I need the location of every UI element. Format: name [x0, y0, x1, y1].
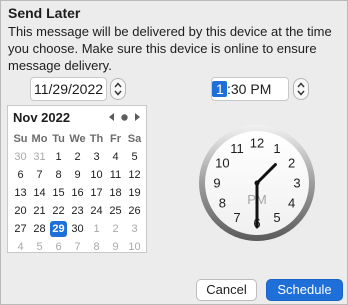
chevron-up-down-icon — [297, 82, 305, 96]
calendar-day[interactable]: 6 — [11, 166, 30, 184]
clock-number: 2 — [288, 156, 295, 171]
calendar-grid: Su Mo Tu We Th Fr Sa 30 31 1 2 3 4 5 6 7 8 9 10 11 12 13 14 15 1… — [11, 130, 147, 256]
clock-center — [254, 180, 260, 186]
clock-number: 8 — [219, 196, 226, 211]
triangle-right-icon[interactable] — [134, 113, 140, 121]
calendar-day[interactable]: 18 — [106, 184, 125, 202]
calendar-day[interactable]: 10 — [125, 238, 144, 256]
clock-number: 7 — [233, 210, 240, 225]
clock-number: 9 — [213, 176, 220, 191]
calendar-day[interactable]: 22 — [49, 202, 68, 220]
calendar-day[interactable]: 13 — [11, 184, 30, 202]
calendar-day[interactable]: 1 — [87, 220, 106, 238]
calendar-month-label: Nov 2022 — [13, 110, 71, 125]
calendar-day[interactable]: 1 — [49, 148, 68, 166]
date-stepper[interactable] — [110, 78, 126, 100]
calendar-day[interactable]: 3 — [125, 220, 144, 238]
cancel-button[interactable]: Cancel — [196, 279, 257, 301]
calendar-day[interactable]: 30 — [68, 220, 87, 238]
calendar-day[interactable]: 24 — [87, 202, 106, 220]
calendar-day[interactable]: 10 — [87, 166, 106, 184]
weekday-header: Th — [89, 133, 104, 145]
calendar-day[interactable]: 4 — [106, 148, 125, 166]
triangle-left-icon[interactable] — [109, 113, 115, 121]
calendar-day[interactable]: 19 — [125, 184, 144, 202]
chevron-up-down-icon — [114, 82, 122, 96]
calendar-day[interactable]: 2 — [106, 220, 125, 238]
calendar-day[interactable]: 6 — [49, 238, 68, 256]
analog-clock[interactable]: 121234567891011 PM — [195, 123, 319, 243]
weekday-header: Tu — [52, 133, 65, 145]
calendar-day[interactable]: 9 — [106, 238, 125, 256]
weekday-header: We — [69, 133, 86, 145]
time-stepper[interactable] — [293, 78, 309, 100]
time-hour-value[interactable]: 1 — [216, 78, 224, 100]
clock-number: 10 — [215, 156, 229, 171]
calendar-day[interactable]: 30 — [11, 148, 30, 166]
calendar-day[interactable]: 4 — [11, 238, 30, 256]
calendar-day[interactable]: 16 — [68, 184, 87, 202]
calendar-nav — [109, 113, 140, 121]
calendar-day[interactable]: 27 — [11, 220, 30, 238]
calendar-day[interactable]: 17 — [87, 184, 106, 202]
calendar-day[interactable]: 23 — [68, 202, 87, 220]
clock-number: 3 — [293, 176, 300, 191]
weekday-header: Sa — [127, 133, 142, 145]
calendar-day[interactable]: 25 — [106, 202, 125, 220]
calendar-day[interactable]: 12 — [125, 166, 144, 184]
dialog-description: This message will be delivered by this d… — [8, 24, 332, 73]
dot-icon[interactable] — [121, 113, 128, 121]
calendar-day[interactable]: 7 — [30, 166, 49, 184]
time-minute-period-value[interactable]: :30 PM — [227, 78, 271, 100]
weekday-header: Su — [13, 133, 28, 145]
send-later-dialog: Send Later This message will be delivere… — [0, 0, 348, 305]
calendar-day[interactable]: 21 — [30, 202, 49, 220]
calendar-day[interactable]: 26 — [125, 202, 144, 220]
calendar-day[interactable]: 15 — [49, 184, 68, 202]
clock-number: 4 — [288, 196, 295, 211]
weekday-header: Fr — [110, 133, 121, 145]
clock-number: 12 — [250, 136, 264, 151]
date-field[interactable]: 11/29/2022 — [30, 77, 107, 101]
calendar-day[interactable]: 20 — [11, 202, 30, 220]
clock-number: 5 — [273, 210, 280, 225]
calendar-day[interactable]: 8 — [87, 238, 106, 256]
calendar-day[interactable]: 11 — [106, 166, 125, 184]
weekday-header: Mo — [31, 133, 48, 145]
calendar-day[interactable]: 5 — [30, 238, 49, 256]
calendar-day[interactable]: 3 — [87, 148, 106, 166]
calendar-day[interactable]: 2 — [68, 148, 87, 166]
calendar-day[interactable]: 14 — [30, 184, 49, 202]
calendar-day[interactable]: 8 — [49, 166, 68, 184]
schedule-button[interactable]: Schedule — [266, 279, 343, 301]
calendar-day[interactable]: 7 — [68, 238, 87, 256]
calendar: Nov 2022 Su Mo Tu We Th Fr Sa 30 31 1 2 3 4 5 6 7 8 9 10 11… — [7, 105, 147, 253]
calendar-day[interactable]: 28 — [30, 220, 49, 238]
calendar-day[interactable]: 9 — [68, 166, 87, 184]
clock-number: 1 — [273, 141, 280, 156]
dialog-title: Send Later — [8, 5, 81, 21]
date-value: 11/29/2022 — [34, 81, 104, 97]
time-field[interactable]: 1 :30 PM — [211, 77, 289, 101]
calendar-day[interactable]: 5 — [125, 148, 144, 166]
clock-number: 11 — [230, 141, 244, 156]
calendar-day[interactable]: 31 — [30, 148, 49, 166]
calendar-day-selected[interactable]: 29 — [50, 221, 67, 237]
